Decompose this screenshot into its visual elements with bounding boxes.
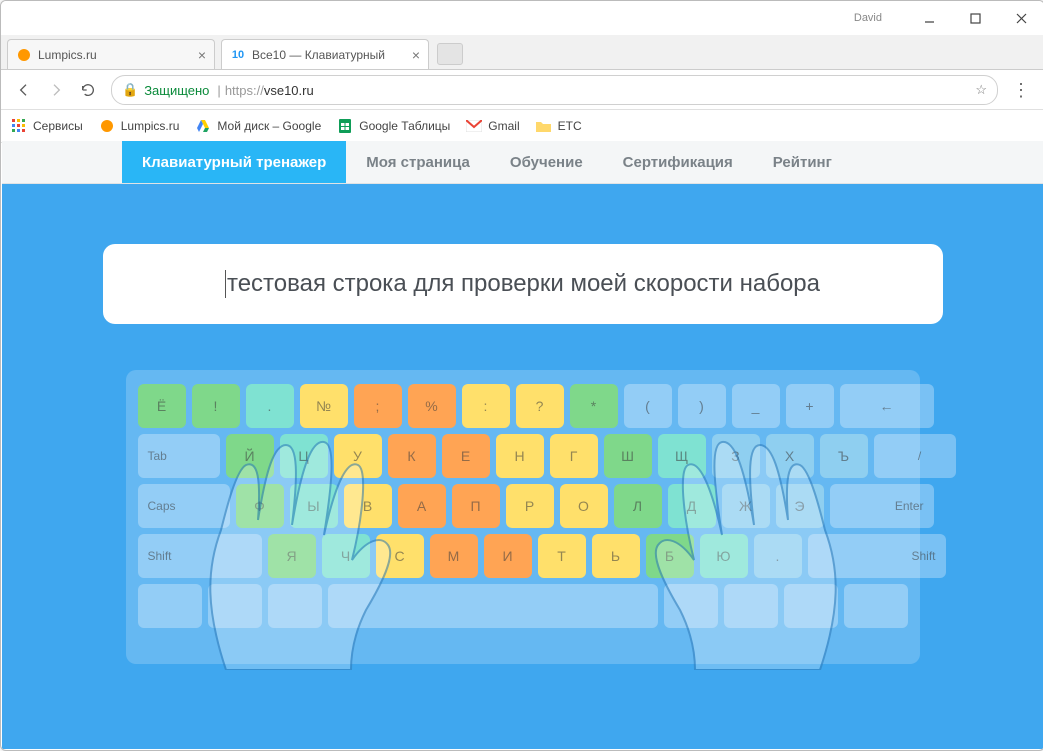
bookmark-sheets[interactable]: Google Таблицы <box>337 118 450 134</box>
url-protocol: https:// <box>225 83 264 98</box>
favicon-lumpics-icon <box>16 47 32 63</box>
bookmark-lumpics[interactable]: Lumpics.ru <box>99 118 180 134</box>
nav-keyboard-trainer[interactable]: Клавиатурный тренажер <box>122 141 346 183</box>
bookmark-label: Сервисы <box>33 119 83 133</box>
page-content: Клавиатурный тренажер Моя страница Обуче… <box>2 141 1043 749</box>
key[interactable]: / <box>874 434 956 478</box>
key[interactable]: Н <box>496 434 544 478</box>
bookmark-label: Google Таблицы <box>359 119 450 133</box>
window-titlebar: David <box>1 1 1043 36</box>
bookmark-star-icon[interactable]: ☆ <box>975 82 987 98</box>
nav-back-button[interactable] <box>9 75 39 105</box>
window-maximize-button[interactable] <box>952 1 998 35</box>
nav-certification[interactable]: Сертификация <box>603 141 753 183</box>
nav-my-page[interactable]: Моя страница <box>346 141 490 183</box>
nav-learning[interactable]: Обучение <box>490 141 603 183</box>
site-nav: Клавиатурный тренажер Моя страница Обуче… <box>2 141 1043 184</box>
nav-rating[interactable]: Рейтинг <box>753 141 852 183</box>
key[interactable]: ? <box>516 384 564 428</box>
nav-reload-button[interactable] <box>73 75 103 105</box>
key[interactable]: И <box>484 534 532 578</box>
key[interactable]: Р <box>506 484 554 528</box>
bookmark-apps[interactable]: Сервисы <box>11 118 83 134</box>
browser-window: David Lumpics.ru × 10 Все10 — Клавиатурн… <box>0 0 1043 751</box>
url-input[interactable]: 🔒 Защищено | https:// vse10.ru ☆ <box>111 75 998 105</box>
gmail-icon <box>466 118 482 134</box>
google-drive-icon <box>195 118 211 134</box>
bookmark-label: Lumpics.ru <box>121 119 180 133</box>
nav-forward-button[interactable] <box>41 75 71 105</box>
bookmark-drive[interactable]: Мой диск – Google <box>195 118 321 134</box>
typing-input[interactable]: тестовая строка для проверки моей скорос… <box>103 244 943 324</box>
url-separator: | <box>217 83 220 98</box>
google-sheets-icon <box>337 118 353 134</box>
address-bar: 🔒 Защищено | https:// vse10.ru ☆ ⋮ <box>1 71 1043 110</box>
window-minimize-button[interactable] <box>906 1 952 35</box>
trainer-area: тестовая строка для проверки моей скорос… <box>2 184 1043 749</box>
tab-close-icon[interactable]: × <box>412 48 420 62</box>
key[interactable]: : <box>462 384 510 428</box>
bookmark-label: ETC <box>558 119 582 133</box>
lock-icon: 🔒 <box>122 82 138 98</box>
window-user-label: David <box>854 12 882 24</box>
tab-close-icon[interactable]: × <box>198 48 206 62</box>
bookmark-label: Gmail <box>488 119 519 133</box>
tab-lumpics[interactable]: Lumpics.ru × <box>7 39 215 69</box>
bookmark-gmail[interactable]: Gmail <box>466 118 519 134</box>
favicon-lumpics-icon <box>99 118 115 134</box>
tab-strip: Lumpics.ru × 10 Все10 — Клавиатурный × <box>1 35 1043 70</box>
text-cursor-icon <box>225 270 226 298</box>
left-hand-icon <box>166 410 466 670</box>
window-close-button[interactable] <box>998 1 1043 35</box>
typing-prompt-text: тестовая строка для проверки моей скорос… <box>227 270 820 298</box>
right-hand-icon <box>580 410 880 670</box>
folder-icon <box>536 118 552 134</box>
bookmarks-bar: Сервисы Lumpics.ru Мой диск – Google Goo… <box>1 110 1043 143</box>
new-tab-button[interactable] <box>437 43 463 65</box>
apps-grid-icon <box>11 118 27 134</box>
virtual-keyboard: Ё ! . № ; % : ? * ( ) _ + ← Tab <box>126 370 920 664</box>
secure-label: Защищено <box>144 83 209 98</box>
tab-label: Все10 — Клавиатурный <box>252 48 385 62</box>
tab-label: Lumpics.ru <box>38 48 97 62</box>
favicon-vse10-icon: 10 <box>230 47 246 63</box>
key[interactable]: Т <box>538 534 586 578</box>
tab-vse10[interactable]: 10 Все10 — Клавиатурный × <box>221 39 429 69</box>
url-host: vse10.ru <box>264 83 314 98</box>
bookmark-label: Мой диск – Google <box>217 119 321 133</box>
browser-menu-button[interactable]: ⋮ <box>1006 80 1036 101</box>
bookmark-etc[interactable]: ETC <box>536 118 582 134</box>
